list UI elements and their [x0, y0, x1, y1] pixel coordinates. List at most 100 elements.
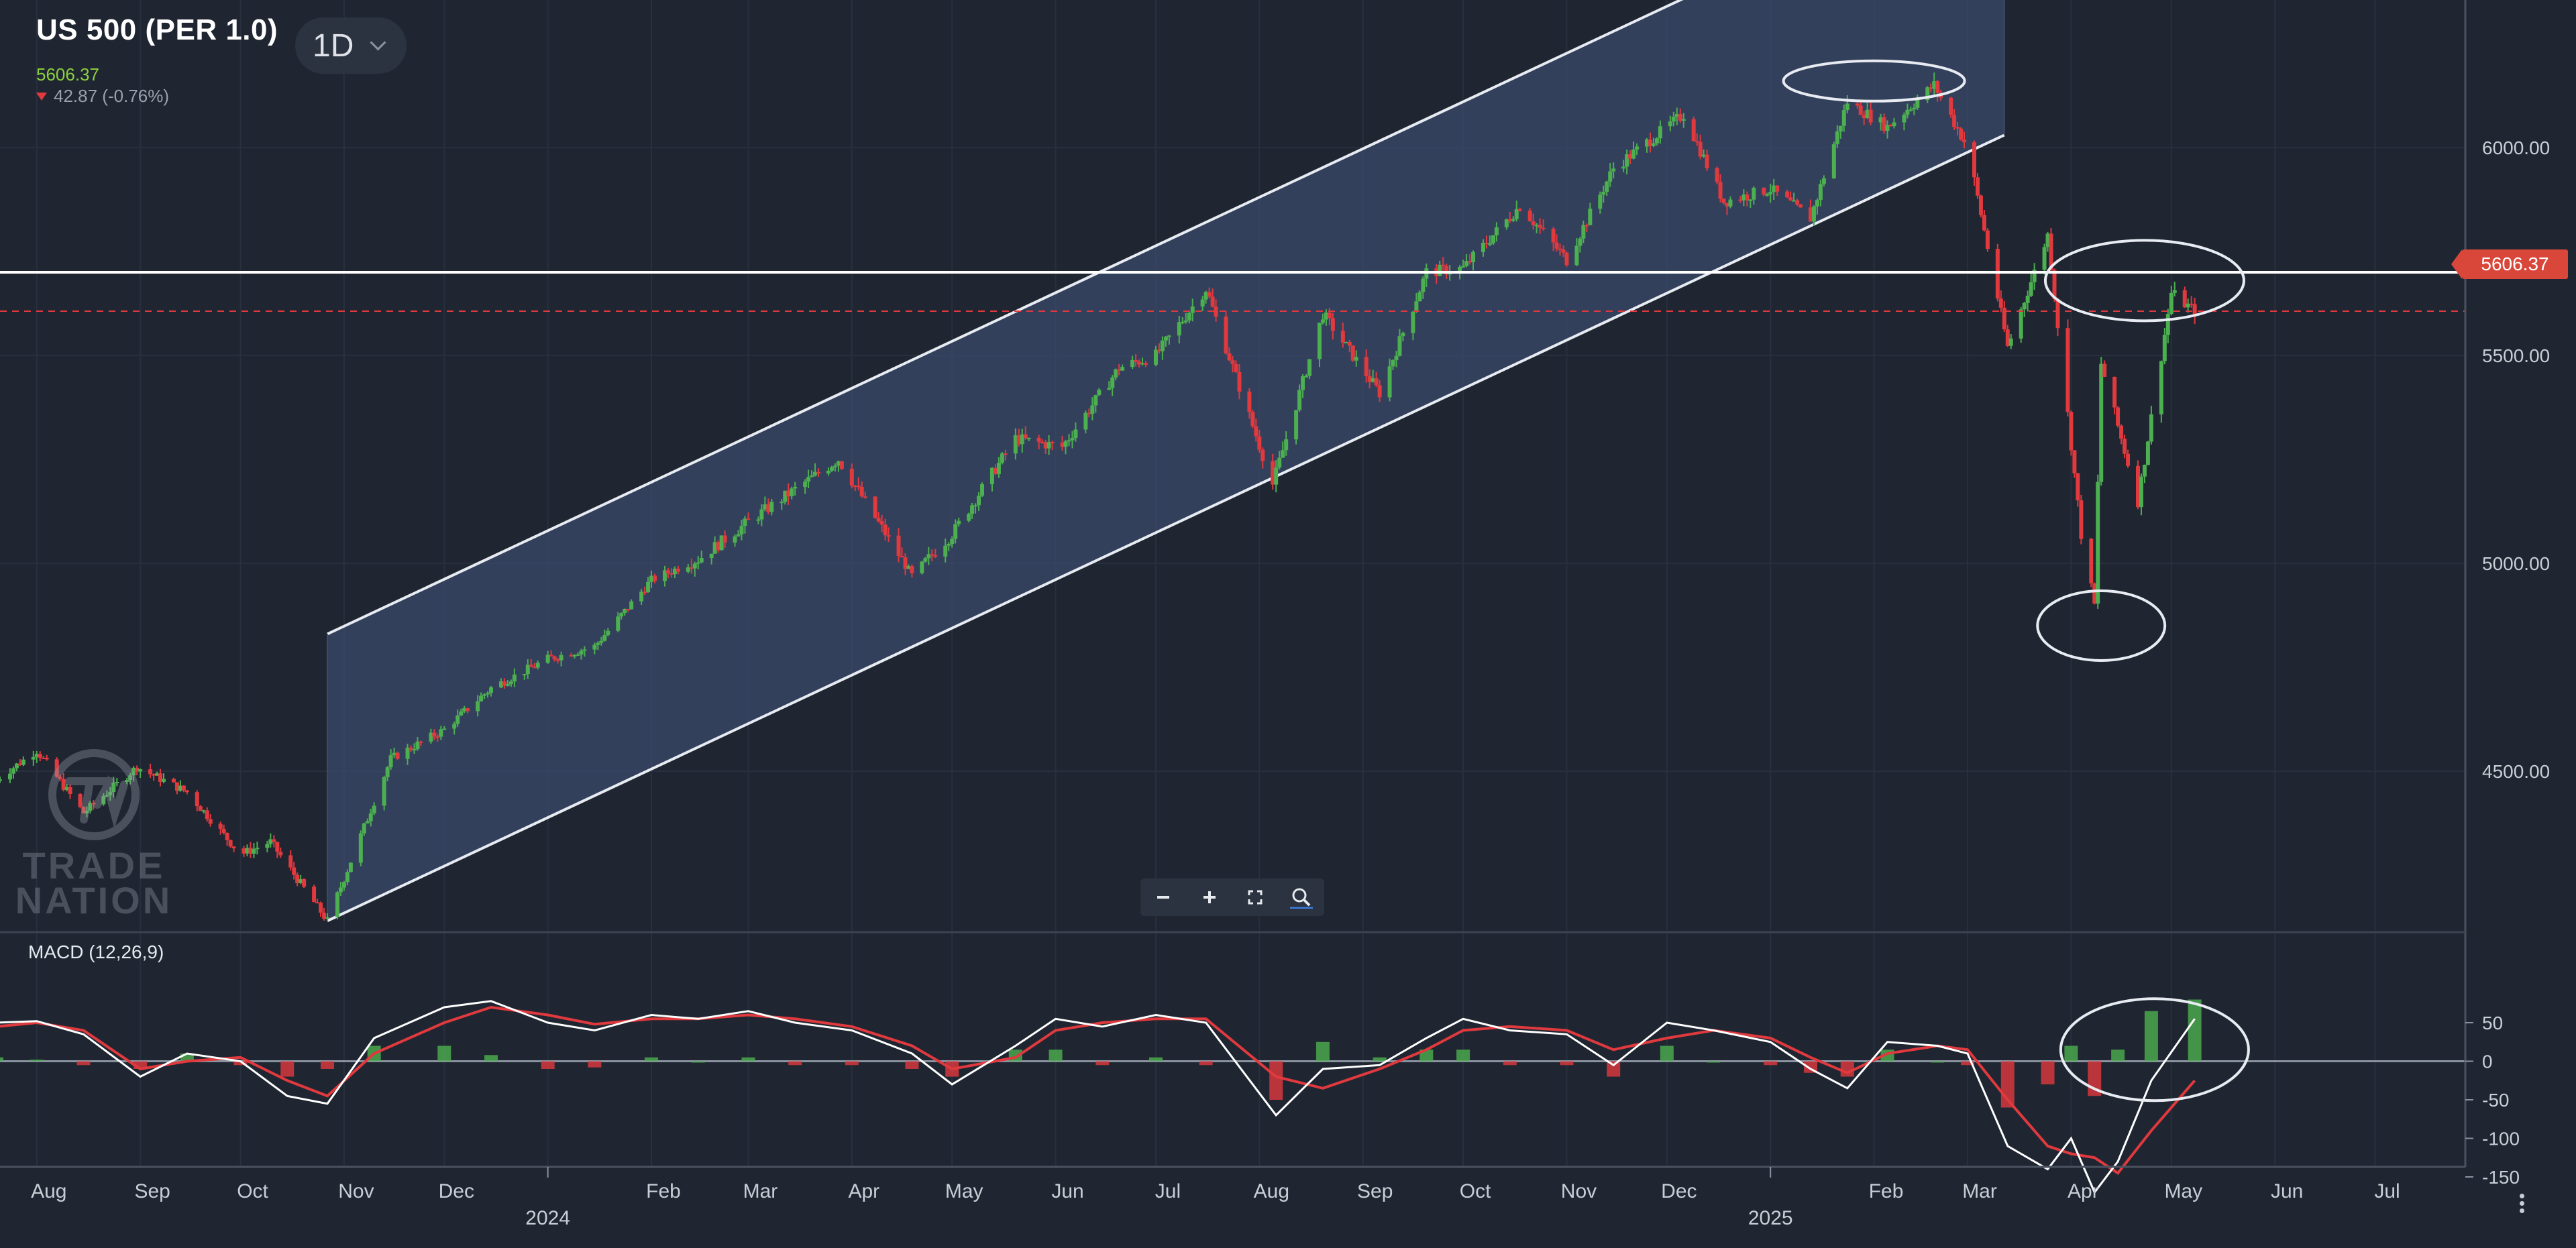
x-tick-label: Sep: [134, 1180, 170, 1202]
candle-body: [252, 848, 256, 854]
timeframe-selector[interactable]: 1D: [295, 17, 407, 74]
candle-body: [2116, 407, 2121, 426]
candle-body: [292, 867, 297, 875]
candle-body: [1050, 441, 1055, 443]
candle-body: [358, 833, 363, 863]
x-tick-label: May: [2164, 1180, 2202, 1202]
macd-tick-label: 50: [2482, 1013, 2503, 1033]
candle-body: [195, 792, 199, 807]
candle-body: [432, 732, 437, 737]
candle-body: [1762, 187, 1766, 195]
candle-body: [1120, 367, 1125, 371]
macd-histogram-bar: [1269, 1061, 1283, 1100]
annotation-ellipses[interactable]: [1782, 59, 2250, 1102]
x-tick-label: Nov: [1561, 1180, 1597, 1202]
candle-body: [2119, 425, 2124, 439]
candle-body: [863, 496, 867, 498]
candle-body: [1417, 292, 1422, 302]
fullscreen-button[interactable]: [1239, 881, 1271, 913]
macd-tick-label: 0: [2482, 1052, 2493, 1072]
candle-body: [1438, 264, 1442, 276]
candle-body: [646, 581, 651, 593]
candle-body: [476, 701, 480, 712]
candle-body: [382, 777, 386, 806]
chevron-down-icon: [370, 34, 386, 51]
candle-body: [699, 558, 704, 563]
candle-body: [2025, 296, 2030, 303]
candle-body: [345, 872, 350, 883]
macd-histogram-bar: [2144, 1011, 2158, 1062]
candle-body: [1995, 249, 2000, 299]
candle-body: [1892, 122, 1896, 127]
candle-body: [395, 752, 400, 759]
candle-body: [512, 674, 517, 682]
candle-body: [1090, 405, 1095, 414]
candle-body: [1985, 230, 1990, 249]
candle-body: [1364, 357, 1368, 376]
candle-body: [198, 806, 203, 811]
candle-body: [596, 642, 600, 645]
candle-body: [806, 477, 811, 482]
zoom-out-button[interactable]: [1147, 881, 1179, 913]
candle-body: [973, 505, 978, 507]
candle-body: [1097, 390, 1102, 396]
macd-histogram-bar: [588, 1061, 602, 1068]
candle-body: [1330, 318, 1335, 331]
candle-body: [1705, 154, 1709, 168]
x-tick-label: Sep: [1357, 1180, 1393, 1202]
candle-body: [1551, 228, 1556, 243]
candle-body: [1317, 323, 1322, 359]
candle-body: [1621, 166, 1626, 169]
channel[interactable]: [327, 0, 2005, 923]
candle-body: [733, 536, 737, 543]
macd-histogram-bar: [76, 1061, 91, 1066]
x-tick-label: Apr: [848, 1180, 879, 1202]
candle-body: [1327, 313, 1332, 319]
candle-body: [676, 569, 680, 572]
candle-body: [388, 755, 393, 768]
candle-body: [1841, 110, 1846, 126]
price-chart[interactable]: Aug Sep Oct Nov Dec 2024 Feb Mar Apr May Jun Jul Aug…: [0, 0, 2576, 1248]
candle-body: [275, 842, 280, 852]
candle-body: [1414, 301, 1419, 312]
candle-body: [920, 561, 924, 573]
candle-body: [1237, 372, 1242, 392]
candle-body: [953, 524, 958, 539]
candle-body: [1471, 251, 1476, 263]
logo-line-1: TRADE: [22, 844, 166, 887]
reset-zoom-button[interactable]: [1285, 881, 1318, 913]
x-tick-label: May: [945, 1180, 983, 1202]
candle-body: [1815, 200, 1819, 207]
candle-body: [1821, 178, 1826, 184]
candle-body: [1297, 390, 1302, 410]
more-options-icon[interactable]: [2520, 1191, 2526, 1216]
candle-body: [368, 813, 373, 821]
macd-histogram-bar: [905, 1061, 919, 1069]
candle-body: [549, 655, 553, 657]
candle-body: [1721, 198, 1726, 203]
candle-body: [489, 687, 494, 693]
candle-body: [2099, 363, 2104, 482]
candle-body: [1972, 142, 1976, 178]
macd-histogram-bar: [845, 1061, 859, 1066]
candle-body: [780, 502, 784, 504]
candle-body: [886, 535, 891, 537]
magnifier-icon: [1289, 888, 1313, 909]
x-tick-label: Dec: [1661, 1180, 1697, 1202]
candle-body: [756, 519, 761, 521]
candle-body: [221, 828, 226, 833]
candle-body: [873, 496, 877, 518]
zoom-in-button[interactable]: [1193, 881, 1226, 913]
candle-body: [1397, 336, 1402, 356]
candle-body: [1177, 322, 1181, 336]
candle-body: [839, 461, 844, 469]
candle-body: [1083, 412, 1088, 430]
candle-body: [0, 779, 2, 781]
symbol-title: US 500 (PER 1.0): [36, 13, 278, 46]
candle-body: [1598, 194, 1603, 209]
candle-body: [1795, 200, 1800, 205]
candle-body: [435, 736, 440, 738]
x-tick-label: Aug: [1254, 1180, 1289, 1202]
macd-histogram-bar: [1373, 1057, 1387, 1062]
y-tick-label: 6000.00: [2482, 137, 2550, 158]
